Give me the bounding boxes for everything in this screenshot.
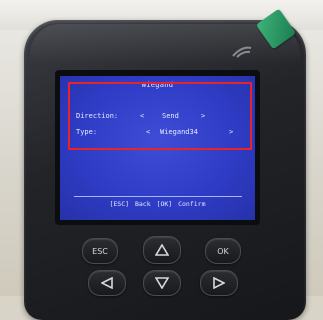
triangle-up-icon xyxy=(155,244,169,256)
triangle-down-icon xyxy=(155,277,169,289)
nfc-icon xyxy=(232,46,252,58)
footer-divider xyxy=(74,196,242,197)
left-key[interactable] xyxy=(88,270,126,296)
right-key[interactable] xyxy=(200,270,238,296)
ok-key[interactable]: OK xyxy=(205,238,241,264)
highlight-annotation xyxy=(68,82,252,150)
screen-footer-hint: [ESC] Back [OK] Confirm xyxy=(109,200,206,208)
down-key[interactable] xyxy=(143,270,181,296)
triangle-left-icon xyxy=(101,277,113,289)
triangle-right-icon xyxy=(213,277,225,289)
up-key[interactable] xyxy=(143,236,181,264)
esc-key[interactable]: ESC xyxy=(82,238,118,264)
